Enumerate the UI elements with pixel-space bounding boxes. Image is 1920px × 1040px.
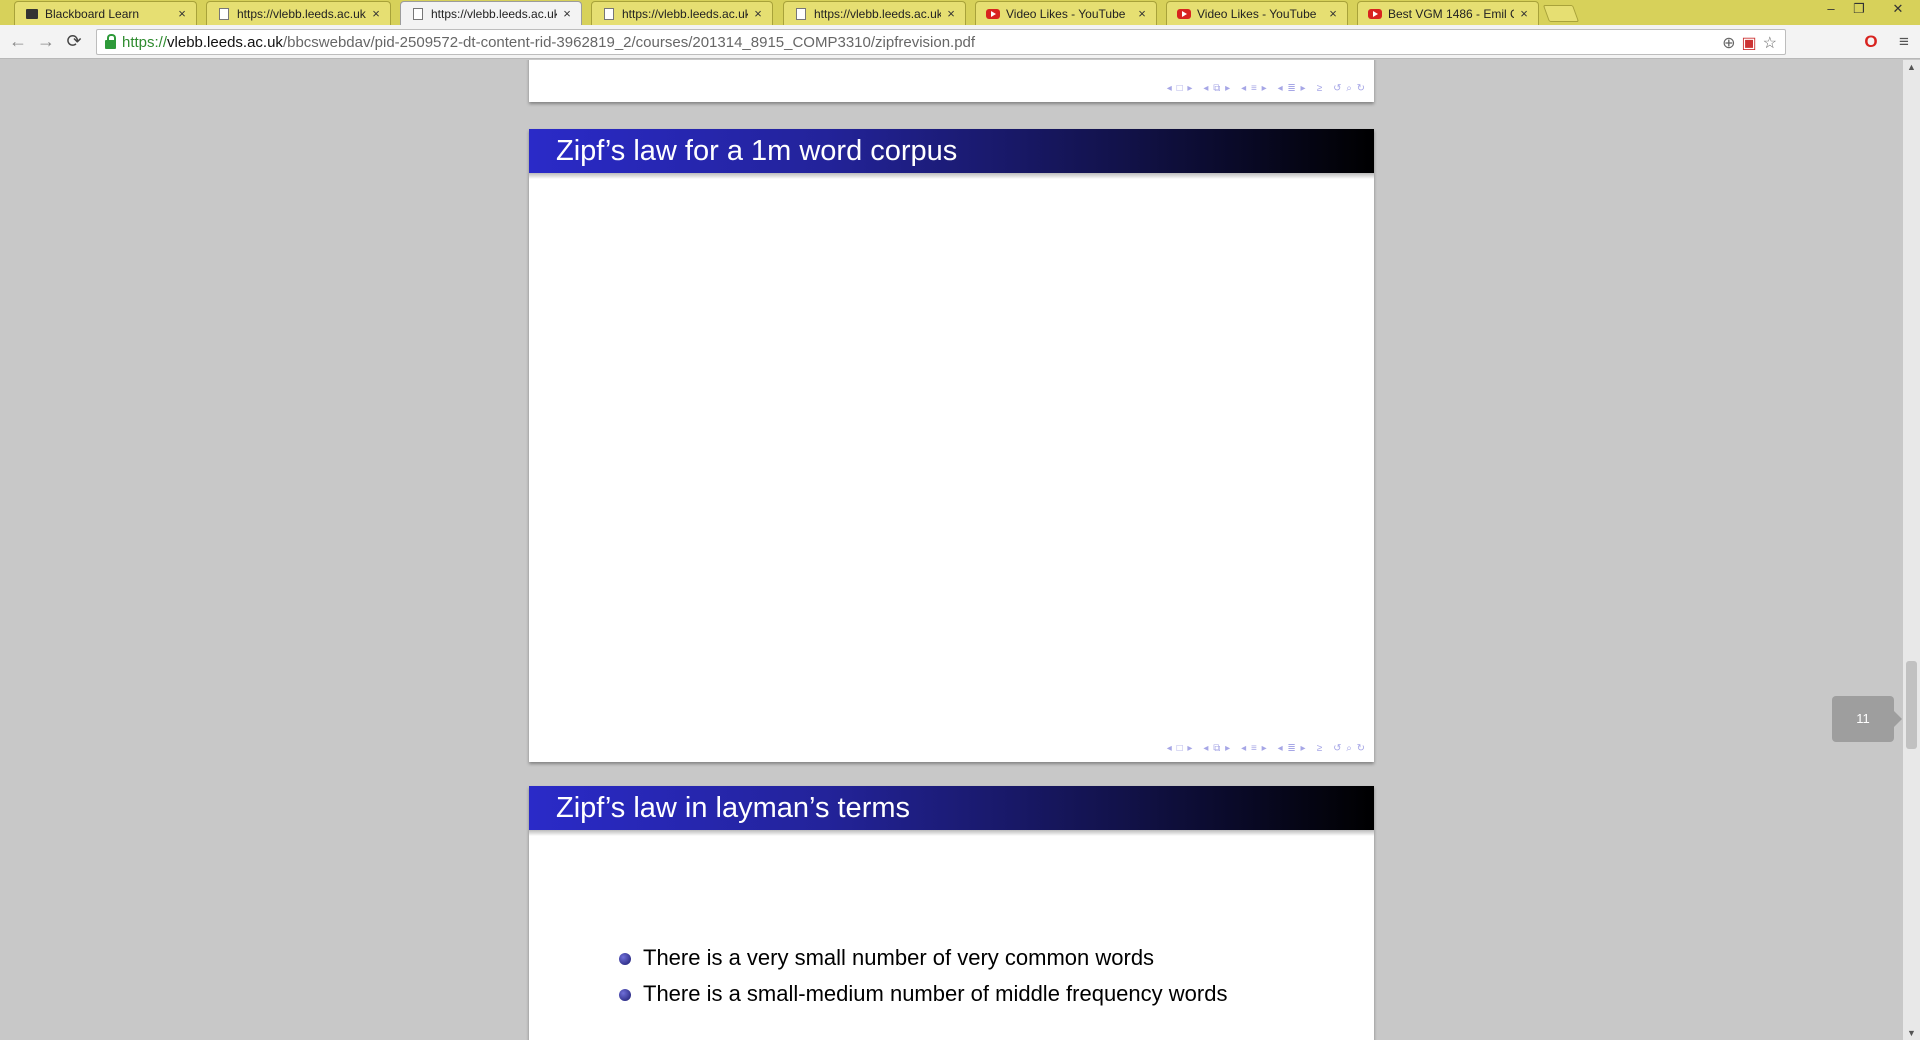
tab-blackboard[interactable]: Blackboard Learn × — [14, 1, 197, 25]
frame-nav-icon[interactable]: ◂ □ ▸ — [1167, 743, 1194, 754]
scroll-down-arrow[interactable]: ▼ — [1903, 1026, 1920, 1040]
subsection2-nav-icon[interactable]: ◂ ≣ ▸ — [1278, 743, 1307, 754]
search-nav-icon[interactable]: ↺ ⌕ ↻ — [1333, 83, 1366, 94]
close-icon[interactable]: × — [1518, 6, 1530, 21]
bullet-list: There is a very small number of very com… — [619, 940, 1227, 1012]
zoom-icon[interactable]: ⊕ — [1722, 33, 1735, 53]
close-icon[interactable]: × — [1327, 6, 1339, 21]
close-icon[interactable]: × — [370, 6, 382, 21]
browser-toolbar: ← → ⟳ https:// vlebb.leeds.ac.uk /bbcswe… — [0, 25, 1920, 59]
subsection-nav-icon[interactable]: ◂ ⧉ ▸ — [1203, 743, 1231, 754]
pdf-icon[interactable]: ▣ — [1742, 33, 1757, 53]
blackboard-icon — [25, 7, 39, 21]
tab-vlebb-4[interactable]: https://vlebb.leeds.ac.uk/b × — [783, 1, 966, 25]
slide-title: Zipf’s law for a 1m word corpus — [529, 129, 1374, 173]
beamer-navigation: ◂ □ ▸ ◂ ⧉ ▸ ◂ ≡ ▸ ◂ ≣ ▸ ≥ ↺ ⌕ ↻ — [1167, 83, 1366, 94]
tab-title: Blackboard Learn — [45, 6, 140, 21]
document-icon — [794, 7, 808, 21]
frame-nav-icon[interactable]: ◂ □ ▸ — [1167, 83, 1194, 94]
tab-vlebb-2-active[interactable]: https://vlebb.leeds.ac.uk/b × — [400, 1, 582, 25]
tab-title: Best VGM 1486 - Emil Chr — [1388, 6, 1514, 21]
url-host: vlebb.leeds.ac.uk — [167, 33, 283, 51]
address-bar[interactable]: https:// vlebb.leeds.ac.uk /bbcswebdav/p… — [96, 29, 1786, 55]
close-window-button[interactable]: ✕ — [1880, 0, 1916, 20]
tab-title: Video Likes - YouTube — [1006, 6, 1126, 21]
scroll-thumb[interactable] — [1906, 661, 1917, 749]
vertical-scrollbar[interactable]: ▲ ▼ — [1903, 60, 1920, 1040]
lock-icon — [105, 33, 116, 49]
tab-title: https://vlebb.leeds.ac.uk/b — [237, 6, 366, 21]
tab-youtube-3[interactable]: Best VGM 1486 - Emil Chr × — [1357, 1, 1539, 25]
restore-button[interactable]: ❐ — [1845, 0, 1873, 20]
reload-button[interactable]: ⟳ — [64, 32, 84, 52]
tab-title: https://vlebb.leeds.ac.uk/b — [814, 6, 941, 21]
forward-button[interactable]: → — [36, 32, 56, 52]
align-nav-icon[interactable]: ≥ — [1317, 83, 1324, 94]
opera-extension-icon[interactable]: O — [1860, 31, 1882, 53]
back-button[interactable]: ← — [8, 32, 28, 52]
new-tab-button[interactable] — [1542, 5, 1580, 22]
tab-title: https://vlebb.leeds.ac.uk/b — [622, 6, 748, 21]
document-icon — [217, 7, 231, 21]
close-icon[interactable]: × — [561, 6, 573, 21]
scroll-up-arrow[interactable]: ▲ — [1903, 60, 1920, 74]
youtube-icon — [1177, 7, 1191, 21]
close-icon[interactable]: × — [176, 6, 188, 21]
close-icon[interactable]: × — [945, 6, 957, 21]
close-icon[interactable]: × — [752, 6, 764, 21]
bullet-item: There is a very small number of very com… — [619, 940, 1227, 976]
url-path: /bbcswebdav/pid-2509572-dt-content-rid-3… — [282, 33, 976, 51]
align-nav-icon[interactable]: ≥ — [1317, 743, 1324, 754]
document-icon — [411, 7, 425, 21]
tab-vlebb-1[interactable]: https://vlebb.leeds.ac.uk/b × — [206, 1, 391, 25]
youtube-icon — [986, 7, 1000, 21]
search-nav-icon[interactable]: ↺ ⌕ ↻ — [1333, 743, 1366, 754]
subsection-nav-icon[interactable]: ◂ ⧉ ▸ — [1203, 83, 1231, 94]
tab-vlebb-3[interactable]: https://vlebb.leeds.ac.uk/b × — [591, 1, 773, 25]
tab-youtube-2[interactable]: Video Likes - YouTube × — [1166, 1, 1348, 25]
slide-previous: ◂ □ ▸ ◂ ⧉ ▸ ◂ ≡ ▸ ◂ ≣ ▸ ≥ ↺ ⌕ ↻ — [529, 60, 1374, 102]
url-scheme: https:// — [122, 33, 168, 51]
minimize-button[interactable]: – — [1817, 0, 1845, 20]
tab-youtube-1[interactable]: Video Likes - YouTube × — [975, 1, 1157, 25]
page-number-indicator: 11 — [1832, 696, 1902, 742]
section-nav-icon[interactable]: ◂ ≡ ▸ — [1241, 743, 1267, 754]
pdf-viewer: ◂ □ ▸ ◂ ⧉ ▸ ◂ ≡ ▸ ◂ ≣ ▸ ≥ ↺ ⌕ ↻ Zipf’s l… — [0, 60, 1920, 1040]
youtube-icon — [1368, 7, 1382, 21]
subsection2-nav-icon[interactable]: ◂ ≣ ▸ — [1278, 83, 1307, 94]
star-icon[interactable]: ☆ — [1763, 33, 1777, 53]
slide-zipf-corpus: Zipf’s law for a 1m word corpus ◂ □ ▸ ◂ … — [529, 129, 1374, 762]
close-icon[interactable]: × — [1136, 6, 1148, 21]
tab-title: Video Likes - YouTube — [1197, 6, 1317, 21]
document-icon — [602, 7, 616, 21]
section-nav-icon[interactable]: ◂ ≡ ▸ — [1241, 83, 1267, 94]
slide-header-shadow — [529, 830, 1374, 836]
bullet-item: There is a small-medium number of middle… — [619, 976, 1227, 1012]
tab-strip: Blackboard Learn × https://vlebb.leeds.a… — [0, 0, 1920, 25]
slide-header-shadow — [529, 173, 1374, 179]
beamer-navigation: ◂ □ ▸ ◂ ⧉ ▸ ◂ ≡ ▸ ◂ ≣ ▸ ≥ ↺ ⌕ ↻ — [1167, 743, 1366, 754]
menu-icon[interactable]: ≡ — [1893, 31, 1915, 53]
slide-title: Zipf’s law in layman’s terms — [529, 786, 1374, 830]
slide-zipf-layman: Zipf’s law in layman’s terms There is a … — [529, 786, 1374, 1040]
tab-title: https://vlebb.leeds.ac.uk/b — [431, 6, 557, 21]
